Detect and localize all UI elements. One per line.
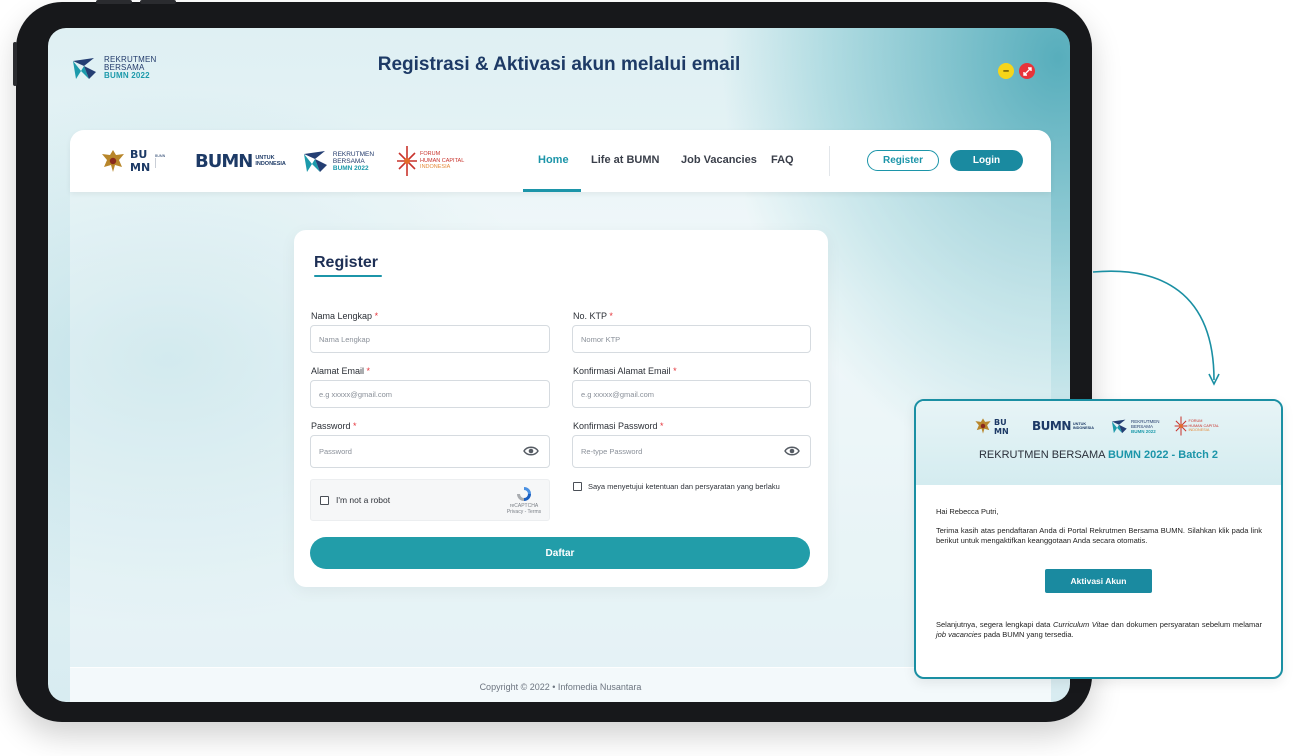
- svg-text:MN: MN: [994, 427, 1009, 436]
- garuda-emblem-icon: [102, 150, 124, 172]
- bumn-brand-text: BUMN: [195, 150, 253, 172]
- forum-human-capital-logo: FORUM HUMAN CAPITAL INDONESIA: [396, 144, 464, 178]
- agree-terms: Saya menyetujui ketentuan dan persyarata…: [573, 482, 780, 491]
- email-forum-3: INDONESIA: [1188, 428, 1210, 433]
- email-title: REKRUTMEN BERSAMA BUMN 2022 - Batch 2: [978, 449, 1218, 461]
- register-button[interactable]: Register: [867, 150, 939, 171]
- page-title: Registrasi & Aktivasi akun melalui email: [377, 54, 741, 75]
- star-logo-icon: [303, 151, 327, 172]
- recaptcha-links[interactable]: Privacy - Terms: [504, 509, 544, 515]
- alamat-email-label: Alamat Email *: [311, 366, 371, 376]
- recaptcha-widget: I'm not a robot reCAPTCHA Privacy - Term…: [310, 479, 550, 521]
- email-footer-text: Selanjutnya, segera lengkapi data Curric…: [936, 620, 1262, 639]
- alamat-email-input[interactable]: e.g xxxxx@gmail.com: [310, 380, 550, 408]
- email-rekrutmen-1: REKRUTMEN: [1130, 418, 1160, 424]
- forum-flower-icon: [397, 146, 418, 176]
- nav-active-indicator: [523, 189, 581, 192]
- svg-text:BU: BU: [994, 418, 1007, 427]
- tablet-button: [140, 0, 176, 4]
- svg-text:MN: MN: [130, 161, 150, 174]
- password-placeholder: Password: [319, 447, 352, 456]
- nav-life-at-bumn[interactable]: Life at BUMN: [591, 154, 659, 166]
- email-rekrutmen-3: BUMN 2022: [1130, 428, 1156, 434]
- email-body: Terima kasih atas pendaftaran Anda di Po…: [936, 526, 1262, 545]
- rekrutmen-bersama-logo: REKRUTMEN BERSAMA BUMN 2022: [301, 147, 374, 175]
- konfirmasi-password-label: Konfirmasi Password *: [573, 421, 664, 431]
- arrow-icon: [1092, 270, 1220, 386]
- form-title: Register: [314, 254, 379, 271]
- rekrutmen-text-3: BUMN 2022: [332, 164, 369, 172]
- bumn-untuk-indonesia-logo: BUMN UNTUK INDONESIA: [195, 151, 286, 172]
- no-ktp-label: No. KTP *: [573, 311, 613, 321]
- stage: REKRUTMEN BERSAMA BUMN 2022 Registrasi &…: [0, 0, 1313, 756]
- bumn-tagline-2: INDONESIA: [255, 161, 286, 167]
- form-title-underline: [314, 275, 382, 277]
- forum-text-3: INDONESIA: [420, 164, 451, 171]
- recaptcha-icon: [517, 487, 531, 501]
- close-icon[interactable]: [1019, 63, 1035, 79]
- nama-lengkap-label: Nama Lengkap *: [311, 311, 379, 321]
- konfirmasi-email-label: Konfirmasi Alamat Email *: [573, 366, 677, 376]
- copyright-text: Copyright © 2022 • Infomedia Nusantara: [479, 682, 642, 692]
- email-bumn-brand: BUMN: [1032, 419, 1071, 433]
- website: BU MN BUMN BUMN UNTUK INDONESIA REKRUTME…: [70, 130, 1051, 702]
- bumn-small-logo: BU MN BUMN: [130, 147, 181, 175]
- eye-icon[interactable]: [784, 445, 800, 457]
- partner-logos: BU MN BUMN BUMN UNTUK INDONESIA REKRUTME…: [100, 142, 464, 180]
- register-form: Register Nama Lengkap * Nama Lengkap No.…: [294, 230, 828, 587]
- login-button[interactable]: Login: [950, 150, 1023, 171]
- aktivasi-akun-button[interactable]: Aktivasi Akun: [1045, 569, 1152, 593]
- agree-label: Saya menyetujui ketentuan dan persyarata…: [588, 482, 780, 491]
- tablet-button: [96, 0, 132, 4]
- bumn-letters-icon: BU MN: [130, 148, 150, 174]
- daftar-button[interactable]: Daftar: [310, 537, 810, 569]
- star-logo-icon: [1111, 419, 1127, 434]
- password-input[interactable]: Password: [310, 435, 550, 468]
- minimize-icon[interactable]: –: [998, 63, 1014, 79]
- nav-job-vacancies[interactable]: Job Vacancies: [681, 154, 757, 166]
- no-ktp-input[interactable]: Nomor KTP: [572, 325, 811, 353]
- bumn-letters-icon: BU MN: [994, 418, 1009, 436]
- recaptcha-label: I'm not a robot: [336, 495, 391, 505]
- rekrutmen-text-1: REKRUTMEN: [332, 150, 375, 158]
- konfirmasi-password-input[interactable]: Re-type Password: [572, 435, 811, 468]
- svg-text:BU: BU: [130, 148, 147, 161]
- nav-divider: [829, 146, 830, 176]
- eye-icon[interactable]: [523, 445, 539, 457]
- rekrutmen-text-2: BERSAMA: [332, 157, 365, 165]
- tablet-side-button: [13, 42, 17, 86]
- konfirmasi-password-placeholder: Re-type Password: [581, 447, 643, 456]
- email-header: BU MN BUMN UNTUK INDONESIA REKRUTMEN BER…: [916, 401, 1281, 485]
- agree-checkbox[interactable]: [573, 482, 582, 491]
- activation-email: BU MN BUMN UNTUK INDONESIA REKRUTMEN BER…: [914, 399, 1283, 679]
- password-label: Password *: [311, 421, 357, 431]
- nama-lengkap-input[interactable]: Nama Lengkap: [310, 325, 550, 353]
- navbar: BU MN BUMN BUMN UNTUK INDONESIA REKRUTME…: [70, 130, 1051, 192]
- forum-flower-icon: [1174, 416, 1187, 436]
- recaptcha-checkbox[interactable]: [320, 496, 329, 505]
- nav-faq[interactable]: FAQ: [771, 154, 794, 166]
- email-partner-logos: BU MN BUMN UNTUK INDONESIA REKRUTMEN BER…: [974, 415, 1219, 437]
- email-greeting: Hai Rebecca Putri,: [936, 507, 999, 516]
- konfirmasi-email-input[interactable]: e.g xxxxx@gmail.com: [572, 380, 811, 408]
- email-bumn-tagline-2: INDONESIA: [1072, 426, 1094, 430]
- nav-home[interactable]: Home: [538, 154, 569, 166]
- garuda-emblem-icon: [975, 418, 991, 434]
